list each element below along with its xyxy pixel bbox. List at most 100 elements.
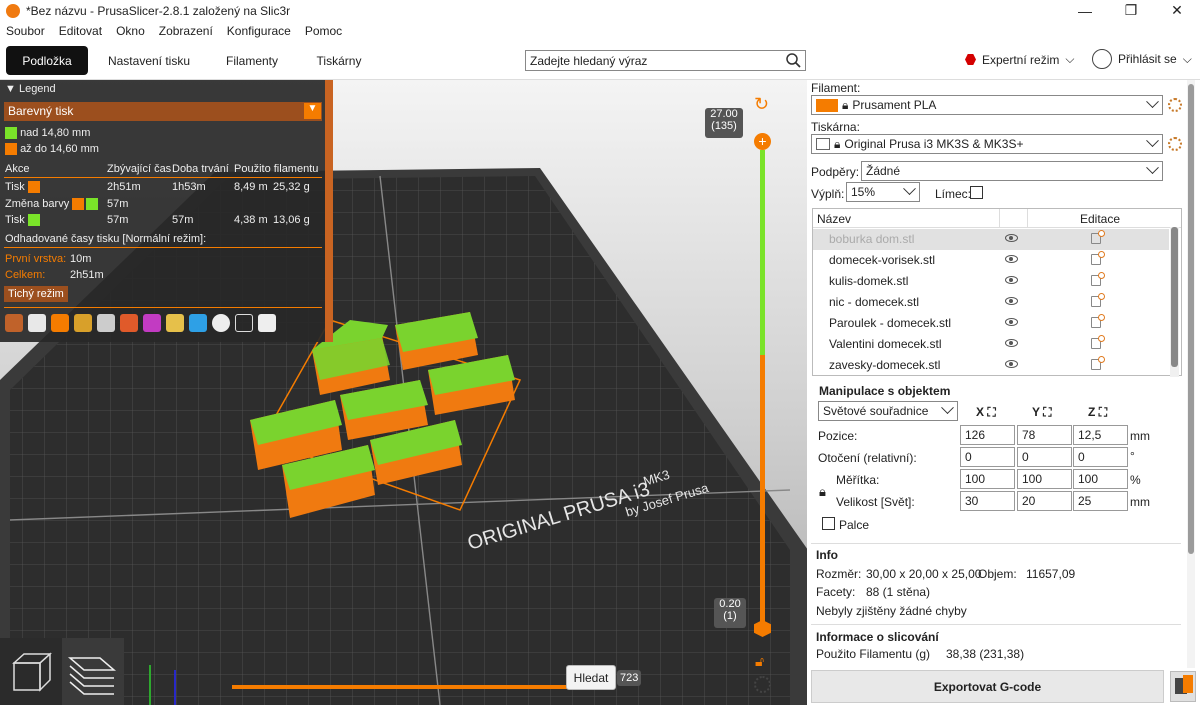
chevron-down-icon xyxy=(1146,95,1159,109)
close-button[interactable]: ✕ xyxy=(1154,0,1200,21)
list-item[interactable]: boburka dom.stl xyxy=(813,229,1169,250)
revert-layers-icon[interactable]: ↻ xyxy=(754,94,769,115)
object-list-header: Název Editace xyxy=(813,209,1181,228)
scale-z-input[interactable]: 100 xyxy=(1073,469,1128,489)
preview-layers-button[interactable] xyxy=(62,638,124,705)
legend-scrollbar[interactable] xyxy=(325,80,333,342)
maximize-button[interactable]: ❐ xyxy=(1108,0,1154,21)
layer-slider-upper-track xyxy=(760,150,765,355)
position-z-input[interactable]: 12,5 xyxy=(1073,425,1128,445)
rotation-x-input[interactable]: 0 xyxy=(960,447,1015,467)
view-type-dropdown[interactable]: Barevný tisk ▼ xyxy=(4,102,322,121)
inches-label: Palce xyxy=(839,518,870,532)
view-3d-button[interactable] xyxy=(0,638,62,705)
menu-zobrazeni[interactable]: Zobrazení xyxy=(159,24,213,38)
scale-lock-icon[interactable]: 🔒︎ xyxy=(819,484,826,500)
center-of-gravity-icon[interactable] xyxy=(212,314,230,332)
tool-marker-icon[interactable] xyxy=(258,314,276,332)
inches-checkbox[interactable] xyxy=(822,517,835,530)
col-name[interactable]: Název xyxy=(817,212,851,226)
export-gcode-button[interactable]: Exportovat G-code xyxy=(811,670,1164,703)
list-item[interactable]: Valentini domecek.stl xyxy=(813,334,1169,355)
search-icon[interactable] xyxy=(785,52,802,69)
tab-filaments[interactable]: Filamenty xyxy=(212,46,292,75)
visibility-eye-icon[interactable] xyxy=(1005,318,1018,326)
printer-combo[interactable]: 🔒︎ Original Prusa i3 MK3S & MK3S+ xyxy=(811,134,1163,154)
edit-icon[interactable] xyxy=(1091,251,1105,265)
visibility-eye-icon[interactable] xyxy=(1005,339,1018,347)
travel-icon[interactable] xyxy=(5,314,23,332)
printer-settings-gear-icon[interactable] xyxy=(1168,137,1182,151)
position-x-input[interactable]: 126 xyxy=(960,425,1015,445)
menu-okno[interactable]: Okno xyxy=(116,24,145,38)
retractions-icon[interactable] xyxy=(51,314,69,332)
rotation-y-input[interactable]: 0 xyxy=(1017,447,1072,467)
rotation-z-input[interactable]: 0 xyxy=(1073,447,1128,467)
seams-icon[interactable] xyxy=(97,314,115,332)
scale-y-input[interactable]: 100 xyxy=(1017,469,1072,489)
list-item[interactable]: domecek-vorisek.stl xyxy=(813,250,1169,271)
menu-editovat[interactable]: Editovat xyxy=(59,24,102,38)
minimize-button[interactable]: — xyxy=(1062,0,1108,21)
quiet-mode-button[interactable]: Tichý režim xyxy=(4,286,68,302)
list-item[interactable]: nic - domecek.stl xyxy=(813,292,1169,313)
size-x-input[interactable]: 30 xyxy=(960,491,1015,511)
wipe-icon[interactable] xyxy=(28,314,46,332)
list-item[interactable]: Paroulek - domecek.stl xyxy=(813,313,1169,334)
menu-konfigurace[interactable]: Konfigurace xyxy=(227,24,291,38)
col-edit[interactable]: Editace xyxy=(1080,212,1120,226)
coordinate-system-combo[interactable]: Světové souřadnice xyxy=(818,401,958,421)
search-box[interactable]: Zadejte hledaný výraz xyxy=(525,50,806,71)
legend-title: Legend xyxy=(18,83,56,95)
send-to-printer-button[interactable] xyxy=(1170,671,1196,702)
lock-icon[interactable]: 🔓︎ xyxy=(755,653,764,670)
scale-x-input[interactable]: 100 xyxy=(960,469,1015,489)
shells-icon[interactable] xyxy=(235,314,253,332)
menu-pomoc[interactable]: Pomoc xyxy=(305,24,342,38)
tab-print-settings[interactable]: Nastavení tisku xyxy=(100,46,198,75)
visibility-eye-icon[interactable] xyxy=(1005,255,1018,263)
axis-x-header: X ⛶ xyxy=(976,405,996,419)
size-z-input[interactable]: 25 xyxy=(1073,491,1128,511)
edit-icon[interactable] xyxy=(1091,314,1105,328)
pause-prints-icon[interactable] xyxy=(166,314,184,332)
divider xyxy=(811,543,1181,544)
main-toolbar: Podložka Nastavení tisku Filamenty Tiská… xyxy=(0,40,1200,80)
collapse-triangle-icon: ▼ xyxy=(5,83,16,95)
top-layer-height: 27.00 xyxy=(710,108,738,120)
visibility-eye-icon[interactable] xyxy=(1005,360,1018,368)
mode-selector[interactable]: Expertní režim ⌵ xyxy=(965,52,1074,67)
infill-combo[interactable]: 15% xyxy=(846,182,920,202)
settings-gear-icon[interactable] xyxy=(754,676,771,693)
color-changes-icon[interactable] xyxy=(143,314,161,332)
tab-plater[interactable]: Podložka xyxy=(6,46,88,75)
list-item[interactable]: kulis-domek.stl xyxy=(813,271,1169,292)
menu-soubor[interactable]: Soubor xyxy=(6,24,45,38)
tab-printers[interactable]: Tiskárny xyxy=(300,46,378,75)
position-y-input[interactable]: 78 xyxy=(1017,425,1072,445)
size-y-input[interactable]: 20 xyxy=(1017,491,1072,511)
legend-header[interactable]: ▼ Legend xyxy=(5,83,56,95)
login-button[interactable]: Přihlásit se ⌵ xyxy=(1092,49,1192,69)
visibility-eye-icon[interactable] xyxy=(1005,276,1018,284)
layer-slider-top-thumb[interactable]: + xyxy=(754,133,771,150)
list-item[interactable]: zavesky-domecek.stl xyxy=(813,355,1169,376)
edit-icon[interactable] xyxy=(1091,293,1105,307)
visibility-eye-icon[interactable] xyxy=(1005,234,1018,242)
remaining-time: 57m xyxy=(107,214,129,226)
edit-icon[interactable] xyxy=(1091,335,1105,349)
edit-icon[interactable] xyxy=(1091,230,1105,244)
edit-icon[interactable] xyxy=(1091,356,1105,370)
custom-gcode-icon[interactable] xyxy=(189,314,207,332)
brim-checkbox[interactable] xyxy=(970,186,983,199)
horizontal-slider-track[interactable] xyxy=(232,685,572,689)
sidebar-scrollbar[interactable] xyxy=(1187,80,1195,668)
edit-icon[interactable] xyxy=(1091,272,1105,286)
object-list-scrollbar[interactable] xyxy=(1170,227,1179,377)
deretractions-icon[interactable] xyxy=(74,314,92,332)
tool-changes-icon[interactable] xyxy=(120,314,138,332)
filament-combo[interactable]: 🔒︎ Prusament PLA xyxy=(811,95,1163,115)
supports-combo[interactable]: Žádné xyxy=(861,161,1163,181)
filament-settings-gear-icon[interactable] xyxy=(1168,98,1182,112)
visibility-eye-icon[interactable] xyxy=(1005,297,1018,305)
